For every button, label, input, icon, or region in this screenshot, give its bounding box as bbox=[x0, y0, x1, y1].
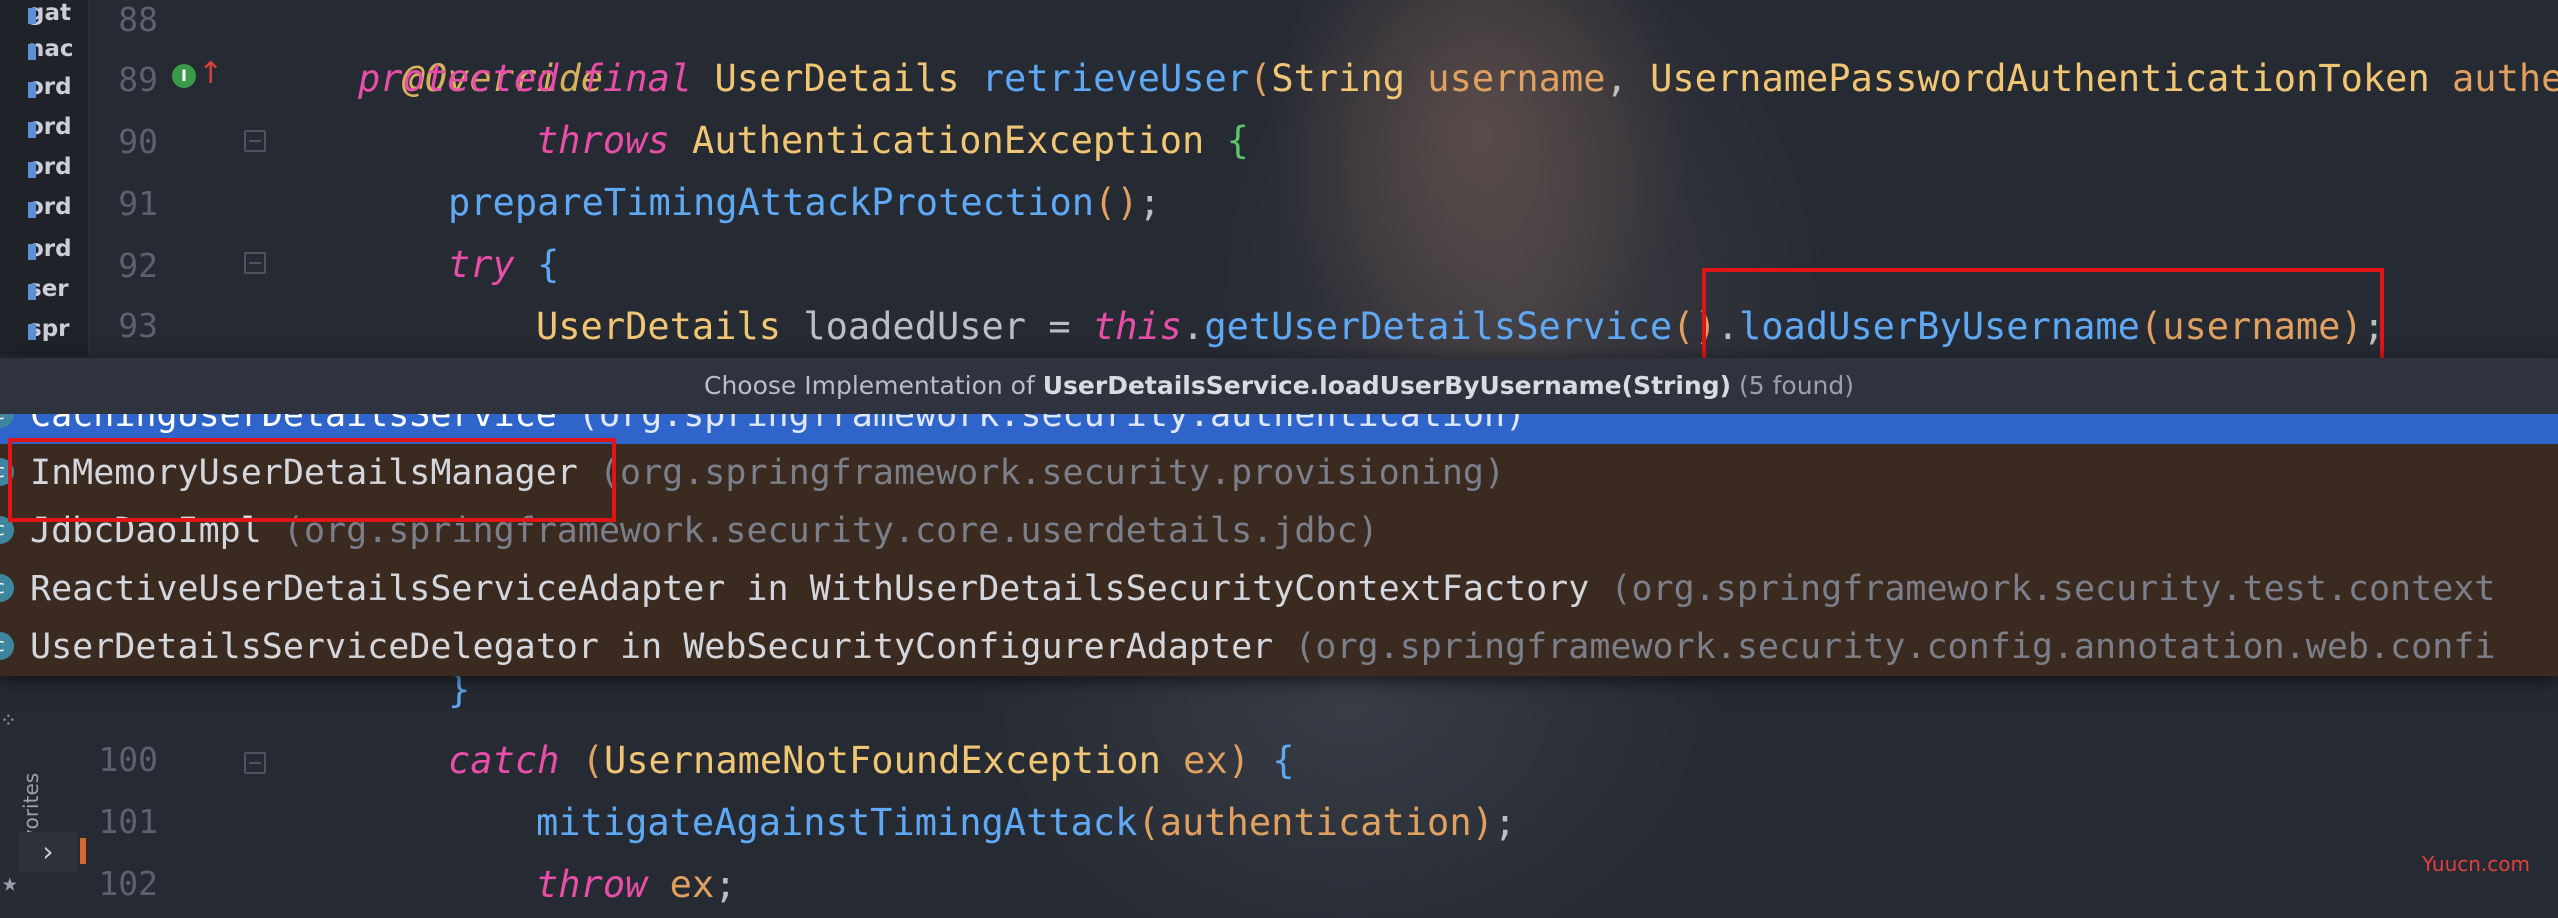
project-item[interactable]: ord bbox=[28, 236, 86, 262]
project-item[interactable]: ord bbox=[28, 114, 86, 140]
class-icon: c bbox=[0, 574, 14, 602]
line-number: 90 bbox=[118, 122, 158, 161]
code-line-88[interactable]: @Override bbox=[358, 0, 603, 100]
fold-icon[interactable] bbox=[244, 130, 266, 152]
project-item[interactable]: ord bbox=[28, 154, 86, 180]
fold-icon[interactable] bbox=[244, 252, 266, 274]
project-item[interactable]: ord bbox=[28, 74, 86, 100]
line-number: 100 bbox=[98, 740, 158, 779]
grid-icon[interactable]: ⁘ bbox=[0, 708, 17, 732]
watermark: Yuucn.com bbox=[2421, 852, 2530, 876]
code-line-100[interactable]: catch (UsernameNotFoundException ex) { bbox=[448, 730, 1295, 792]
star-icon[interactable]: ★ bbox=[2, 868, 18, 898]
breakpoint-marker bbox=[80, 838, 86, 864]
project-item[interactable]: gat bbox=[28, 0, 86, 26]
implementation-item[interactable]: c UserDetailsServiceDelegator in WebSecu… bbox=[0, 618, 2558, 676]
code-line-92[interactable]: try { bbox=[448, 234, 559, 296]
line-number: 89 bbox=[118, 60, 158, 99]
project-tree-strip: gat nac ord ord ord ord ord ser spr bbox=[0, 0, 89, 355]
code-line-102[interactable]: throw ex; bbox=[536, 854, 737, 916]
implementation-item[interactable]: c ReactiveUserDetailsServiceAdapter in W… bbox=[0, 560, 2558, 618]
code-line-90[interactable]: throws AuthenticationException { bbox=[536, 110, 1249, 172]
highlight-box-inmemory bbox=[8, 438, 616, 522]
class-icon: c bbox=[0, 632, 14, 660]
code-line-89[interactable]: protected final UserDetails retrieveUser… bbox=[358, 48, 2558, 110]
line-number: 91 bbox=[118, 184, 158, 223]
code-line-101[interactable]: mitigateAgainstTimingAttack(authenticati… bbox=[536, 792, 1516, 854]
line-number: 92 bbox=[118, 246, 158, 285]
up-arrow-icon[interactable]: ↑ bbox=[198, 56, 223, 91]
project-item[interactable]: nac bbox=[28, 36, 86, 62]
code-line-91[interactable]: prepareTimingAttackProtection(); bbox=[448, 172, 1161, 234]
line-number: 93 bbox=[118, 306, 158, 345]
project-item[interactable]: ord bbox=[28, 194, 86, 220]
project-item[interactable]: spr bbox=[28, 316, 86, 342]
project-item[interactable]: ser bbox=[28, 276, 86, 302]
popup-title: Choose Implementation of UserDetailsServ… bbox=[0, 358, 2558, 414]
code-line-99[interactable]: } bbox=[448, 670, 470, 710]
override-gutter-icon[interactable]: I bbox=[172, 64, 196, 88]
line-number: 88 bbox=[118, 0, 158, 39]
line-number: 101 bbox=[98, 802, 158, 841]
line-number: 102 bbox=[98, 864, 158, 903]
chevron-right-icon[interactable]: › bbox=[18, 832, 78, 872]
fold-icon[interactable] bbox=[244, 752, 266, 774]
